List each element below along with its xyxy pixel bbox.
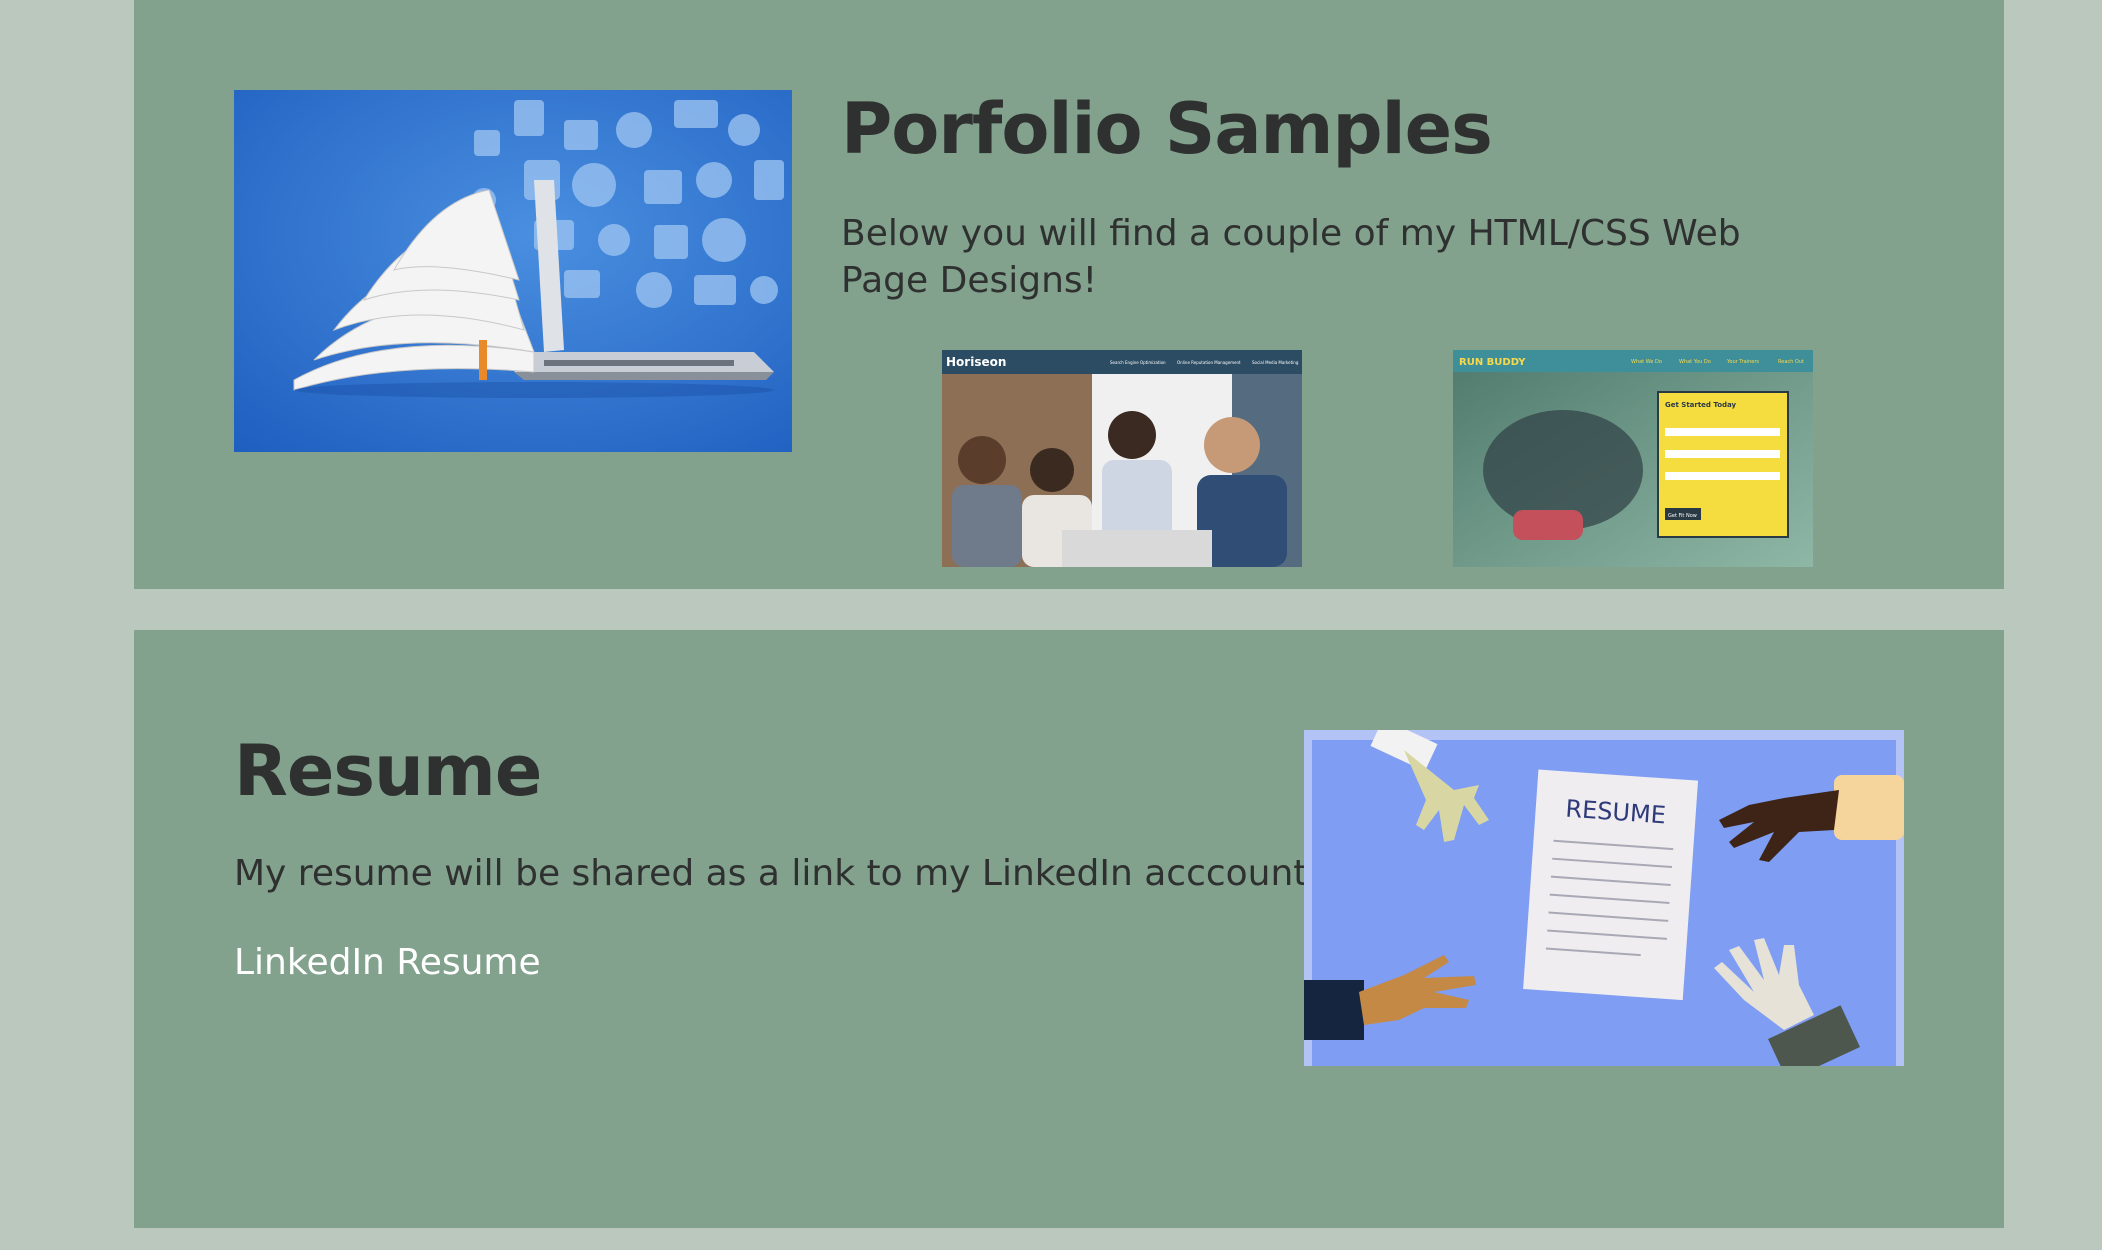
portfolio-section: Porfolio Samples Below you will find a c… — [134, 0, 2004, 589]
portfolio-title: Porfolio Samples — [841, 88, 1493, 170]
horiseon-logo-text: Horiseon — [946, 355, 1006, 369]
run-buddy-nav-1: What We Do — [1631, 359, 1662, 365]
run-buddy-nav-3: Your Trainers — [1726, 359, 1759, 365]
portfolio-description: Below you will find a couple of my HTML/… — [841, 213, 1741, 301]
horiseon-nav-2: Online Reputation Management — [1177, 360, 1241, 365]
run-buddy-form-button: Get Fit Now — [1668, 513, 1697, 519]
run-buddy-nav-4: Reach Out — [1778, 359, 1804, 365]
horiseon-nav-3: Social Media Marketing — [1252, 360, 1299, 365]
run-buddy-logo-text: RUN BUDDY — [1459, 357, 1526, 368]
resume-description: My resume will be shared as a link to my… — [234, 853, 1319, 894]
portfolio-sample-run-buddy[interactable]: RUN BUDDY What We Do What You Do Your Tr… — [1453, 350, 1813, 567]
resume-image: RESUME — [1304, 730, 1904, 1066]
linkedin-resume-link[interactable]: LinkedIn Resume — [234, 942, 541, 983]
resume-section: Resume My resume will be shared as a lin… — [134, 630, 2004, 1228]
portfolio-hero-image — [234, 90, 792, 452]
horiseon-nav-1: Search Engine Optimization — [1110, 360, 1166, 365]
run-buddy-form-title: Get Started Today — [1665, 401, 1737, 409]
resume-title: Resume — [234, 730, 542, 812]
run-buddy-nav-2: What You Do — [1679, 359, 1711, 365]
portfolio-sample-horiseon[interactable]: Horiseon Search Engine Optimization Onli… — [942, 350, 1302, 567]
